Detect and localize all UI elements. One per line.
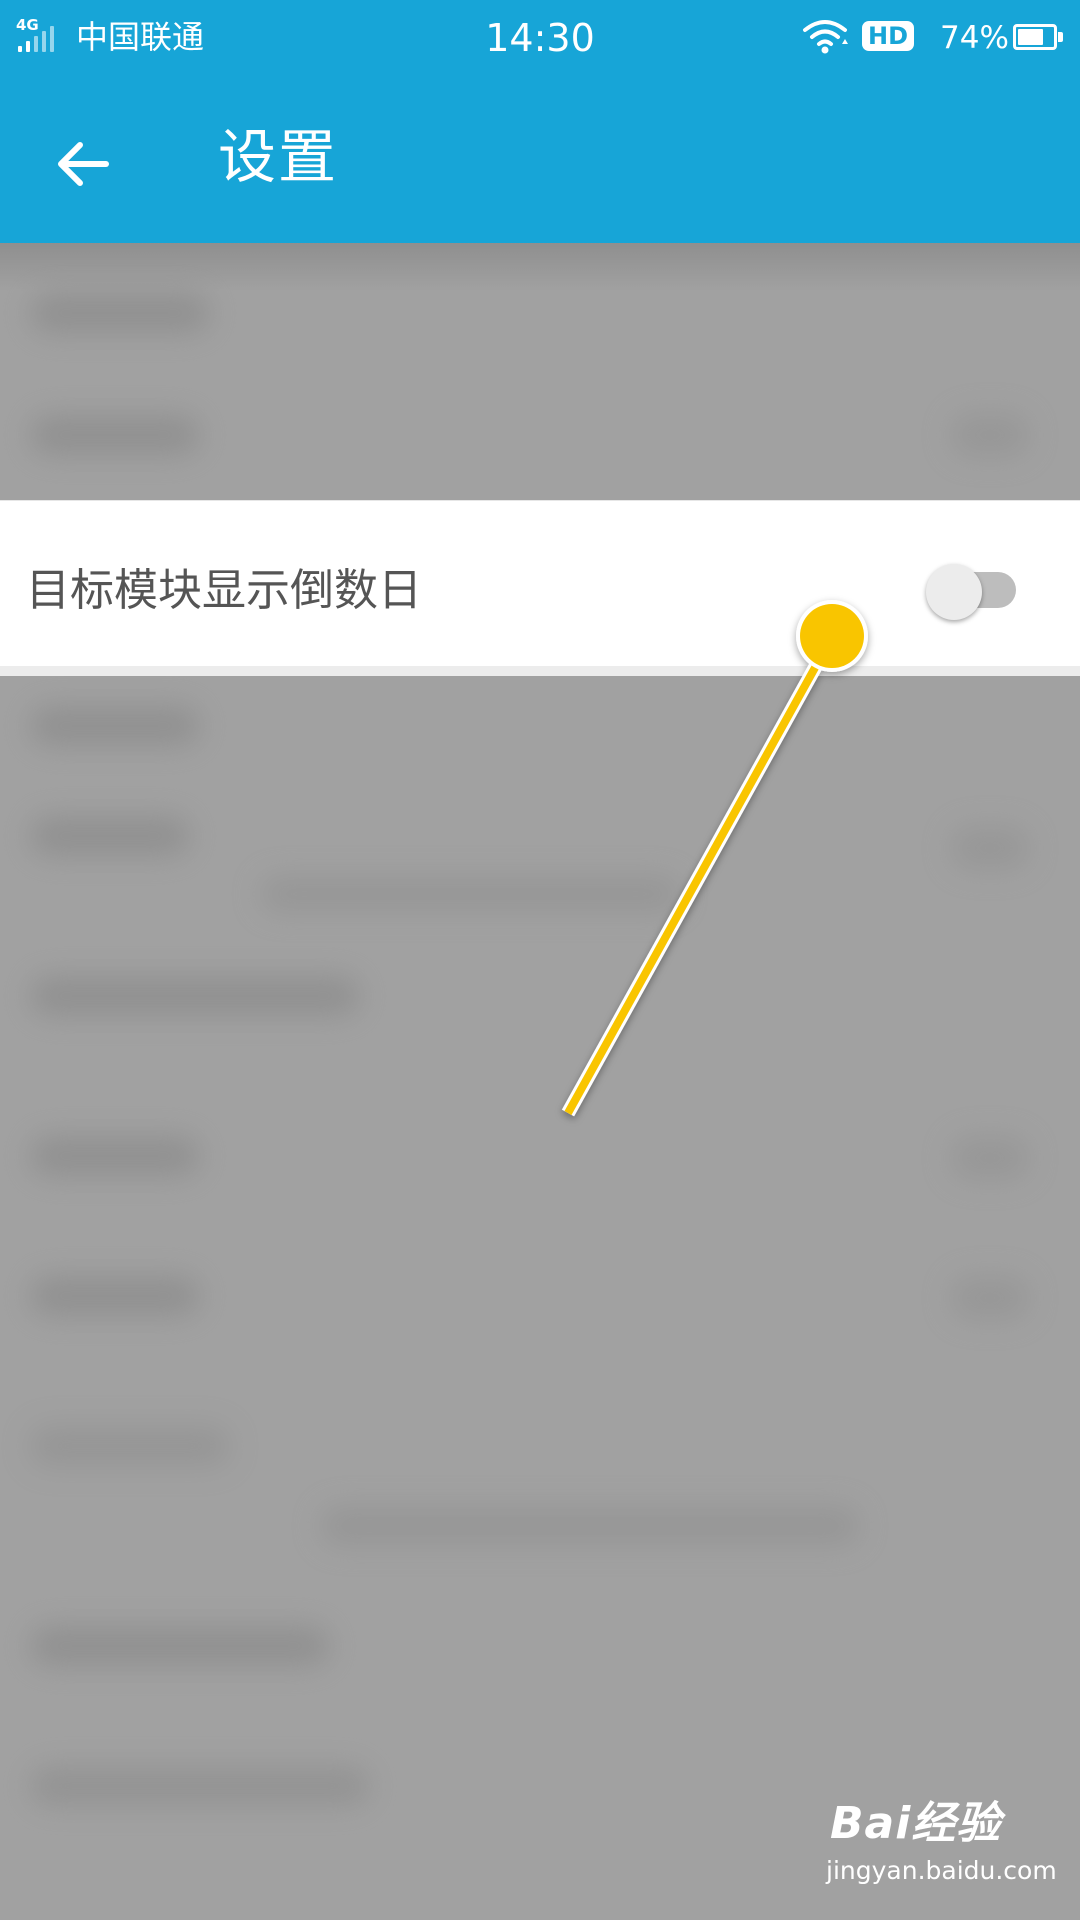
watermark-logo: Bai经验 [830, 1798, 1002, 1849]
wifi-icon [803, 20, 848, 54]
back-button[interactable] [40, 117, 130, 207]
arrow-left-icon [58, 142, 109, 186]
divider [0, 666, 1080, 676]
divider [0, 500, 1080, 501]
watermark-url: jingyan.baidu.com [826, 1856, 1057, 1885]
app-bar: 设置 [0, 77, 1080, 243]
hd-badge: HD [862, 21, 914, 51]
status-bar: 4G 中国联通 14:30 HD 74% [0, 0, 1080, 77]
blurred-settings-above [0, 243, 1080, 500]
toggle-thumb [926, 564, 982, 620]
baidu-jingyan-watermark: Bai经验 jingyan.baidu.com [826, 1796, 1066, 1892]
battery-icon [1013, 24, 1063, 50]
setting-label: 目标模块显示倒数日 [26, 565, 422, 616]
battery-percent: 74% [940, 20, 1009, 56]
screen: 4G 中国联通 14:30 HD 74% 设置 目标模块显示倒数日 Bai经验 … [0, 0, 1080, 1920]
countdown-toggle[interactable] [924, 562, 1024, 620]
page-title: 设置 [218, 123, 339, 191]
clock: 14:30 [485, 16, 595, 60]
setting-row-countdown[interactable]: 目标模块显示倒数日 [0, 516, 1080, 666]
blurred-settings-below [0, 676, 1080, 1920]
